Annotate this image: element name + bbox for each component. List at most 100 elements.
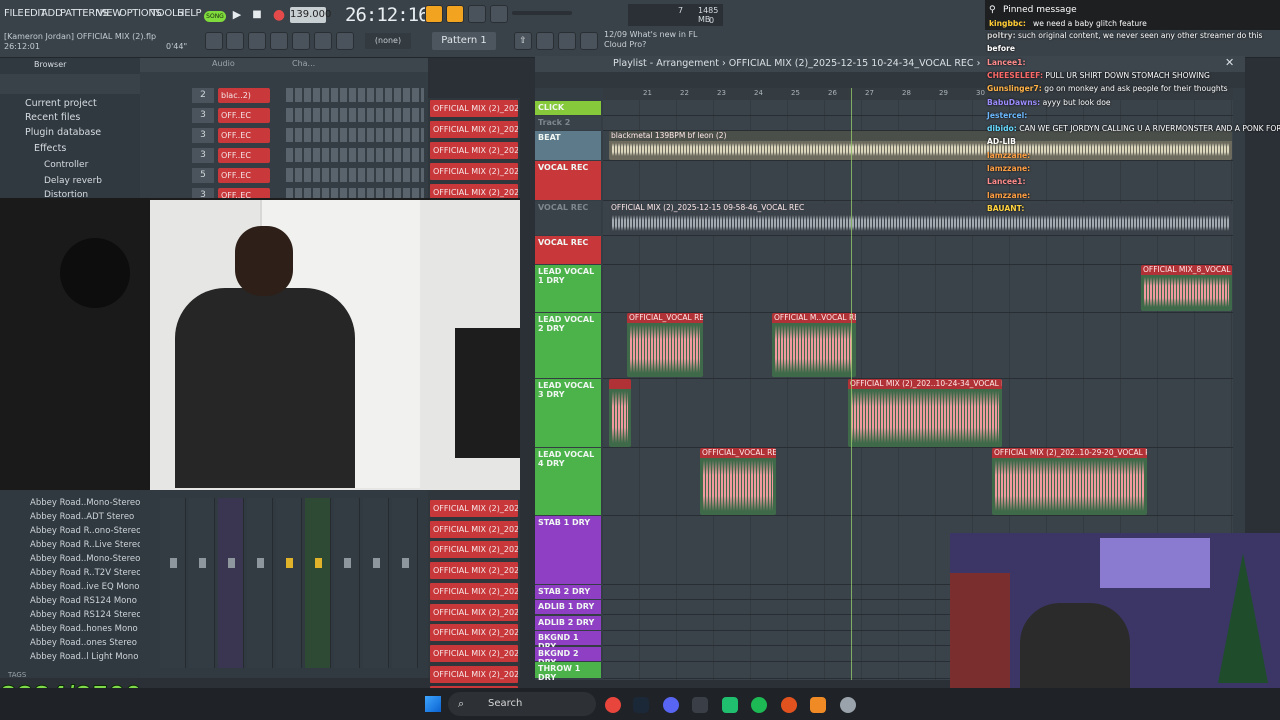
browser-item-recent-files[interactable]: Recent files — [25, 112, 80, 123]
audio-clip-item[interactable]: OFFICIAL MIX (2)_2025-1... — [430, 644, 518, 662]
windows-start-icon[interactable] — [425, 696, 441, 712]
channel-number[interactable]: 3 — [192, 108, 214, 123]
channel-rack-icon[interactable] — [292, 32, 310, 50]
track-header[interactable]: BKGND 1 DRY — [535, 631, 601, 651]
track-header[interactable]: BKGND 2 DRY — [535, 647, 601, 667]
piano-roll-icon[interactable] — [248, 32, 266, 50]
chat-username[interactable]: dibido: — [987, 124, 1017, 133]
app-icon[interactable] — [781, 697, 797, 713]
vocal-clip[interactable] — [609, 379, 631, 447]
wait-input-icon[interactable] — [468, 5, 486, 23]
mic-icon[interactable] — [336, 32, 354, 50]
browser-item-plugin-database[interactable]: Plugin database — [25, 127, 101, 138]
track-header[interactable]: CLICK — [535, 101, 601, 115]
vocal-clip[interactable]: OFFICIAL MIX (2)_202..10-29-20_VOCAL REC — [992, 448, 1147, 515]
chat-username[interactable]: Lancee1: — [987, 177, 1026, 186]
play-icon[interactable]: ▶ — [228, 6, 246, 24]
tempo-display[interactable]: 139.000 — [290, 7, 331, 23]
channel-number[interactable]: 2 — [192, 88, 214, 103]
preset-item[interactable]: Abbey Road..ive EQ Mono — [30, 582, 140, 592]
track-header[interactable]: BEAT — [535, 131, 601, 160]
track-header[interactable]: THROW 1 DRY — [535, 662, 601, 682]
step-sequencer[interactable] — [286, 108, 424, 122]
track-header[interactable]: ADLIB 1 DRY — [535, 600, 601, 614]
news-icon[interactable] — [580, 32, 598, 50]
audio-clip-item[interactable]: OFFICIAL MIX (2)_2025-1... — [430, 603, 518, 621]
audio-clip-item[interactable]: OFFICIAL MIX (2)_2025-1... — [430, 142, 518, 159]
settings-icon[interactable] — [840, 697, 856, 713]
chat-username[interactable]: BabuDawns: — [987, 98, 1040, 107]
chrome-icon[interactable] — [605, 697, 621, 713]
chat-username[interactable]: poltry: — [987, 31, 1016, 40]
track-header[interactable]: VOCAL REC — [535, 201, 601, 235]
obs-icon[interactable] — [692, 697, 708, 713]
metronome-icon[interactable] — [425, 5, 443, 23]
track-header[interactable]: ADLIB 2 DRY — [535, 616, 601, 630]
master-volume-slider[interactable] — [512, 11, 572, 15]
audio-clip-item[interactable]: OFFICIAL MIX (2)_2025-1... — [430, 100, 518, 117]
stop-icon[interactable]: ■ — [248, 6, 266, 24]
vocal-clip[interactable]: OFFICIAL MIX (2)_202..10-24-34_VOCAL REC — [848, 379, 1002, 447]
menu-file[interactable]: FILE — [4, 8, 24, 19]
audio-clip-item[interactable]: OFFICIAL MIX (2)_2025-1... — [430, 121, 518, 138]
browser-item-current-project[interactable]: Current project — [25, 98, 97, 109]
audio-clip-item[interactable]: OFFICIAL MIX (2)_2025-1... — [430, 582, 518, 600]
step-sequencer[interactable] — [286, 148, 424, 162]
mixer-icon[interactable] — [270, 32, 288, 50]
mixer-strip[interactable] — [363, 498, 389, 668]
track-header[interactable]: LEAD VOCAL 2 DRY — [535, 313, 601, 378]
preset-item[interactable]: Abbey Road R..Live Stereo — [30, 540, 142, 550]
playlist-view-icon[interactable] — [226, 32, 244, 50]
preset-item[interactable]: Abbey Road..Mono-Stereo — [30, 498, 140, 508]
chat-username[interactable]: Lancee1: — [987, 58, 1026, 67]
countdown-icon[interactable] — [446, 5, 464, 23]
chat-username[interactable]: lamzzane: — [987, 151, 1030, 160]
fader-knob[interactable] — [199, 558, 206, 568]
steam-icon[interactable] — [633, 697, 649, 713]
step-sequencer[interactable] — [286, 168, 424, 182]
preset-item[interactable]: Abbey Road R..ono-Stereo — [30, 526, 141, 536]
channel-row[interactable]: 5 OFF..EC — [146, 168, 426, 186]
track-header[interactable]: VOCAL REC — [535, 236, 601, 264]
fader-knob[interactable] — [402, 558, 409, 568]
snap-select[interactable]: (none) — [365, 33, 411, 49]
song-mode-toggle[interactable]: SONG — [204, 11, 226, 22]
vocal-clip[interactable]: OFFICIAL M..VOCAL REC — [772, 313, 856, 377]
preset-item[interactable]: Abbey Road..l Light Mono — [30, 652, 138, 662]
playhead[interactable] — [851, 88, 852, 680]
vocal-clip[interactable]: OFFICIAL_VOCAL REC — [700, 448, 776, 515]
track-header[interactable]: VOCAL REC — [535, 161, 601, 200]
channel-number[interactable]: 5 — [192, 168, 214, 183]
fader-knob[interactable] — [257, 558, 264, 568]
menu-help[interactable]: HELP — [177, 8, 202, 19]
channel-row[interactable]: 3 OFF..EC — [146, 108, 426, 126]
preset-item[interactable]: Abbey Road RS124 Mono — [30, 596, 137, 606]
ctrl-button[interactable] — [536, 32, 554, 50]
fader-knob[interactable] — [315, 558, 322, 568]
fader-knob[interactable] — [373, 558, 380, 568]
browser-item-controller[interactable]: Controller — [44, 160, 88, 170]
chat-username[interactable]: BAUANT: — [987, 204, 1024, 213]
track-header[interactable]: LEAD VOCAL 1 DRY — [535, 265, 601, 312]
audio-clip-item[interactable]: OFFICIAL MIX (2)_2025-1... — [430, 520, 518, 538]
shift-button[interactable]: ⇧ — [514, 32, 532, 50]
mixer-strip[interactable] — [160, 498, 186, 668]
chat-app-icon[interactable] — [722, 697, 738, 713]
chat-username[interactable]: lamzzane: — [987, 191, 1030, 200]
chat-username[interactable]: CHEESELEEF: — [987, 71, 1043, 80]
mixer-strip[interactable] — [392, 498, 418, 668]
fader-knob[interactable] — [286, 558, 293, 568]
snap-icon[interactable] — [205, 32, 223, 50]
chat-username[interactable]: AD-LIB — [987, 137, 1016, 146]
spotify-icon[interactable] — [751, 697, 767, 713]
mixer-strip[interactable] — [276, 498, 302, 668]
preset-item[interactable]: Abbey Road R..T2V Stereo — [30, 568, 141, 578]
channel-name[interactable]: blac..2) — [218, 88, 270, 103]
alt-button[interactable] — [558, 32, 576, 50]
channel-name[interactable]: OFF..EC — [218, 168, 270, 183]
channel-number[interactable]: 3 — [192, 128, 214, 143]
preset-item[interactable]: Abbey Road..ADT Stereo — [30, 512, 134, 522]
mixer-strip[interactable] — [334, 498, 360, 668]
vocal-clip[interactable]: OFFICIAL MIX_8_VOCAL REC — [1141, 265, 1232, 311]
preset-item[interactable]: Abbey Road RS124 Stereo — [30, 610, 142, 620]
